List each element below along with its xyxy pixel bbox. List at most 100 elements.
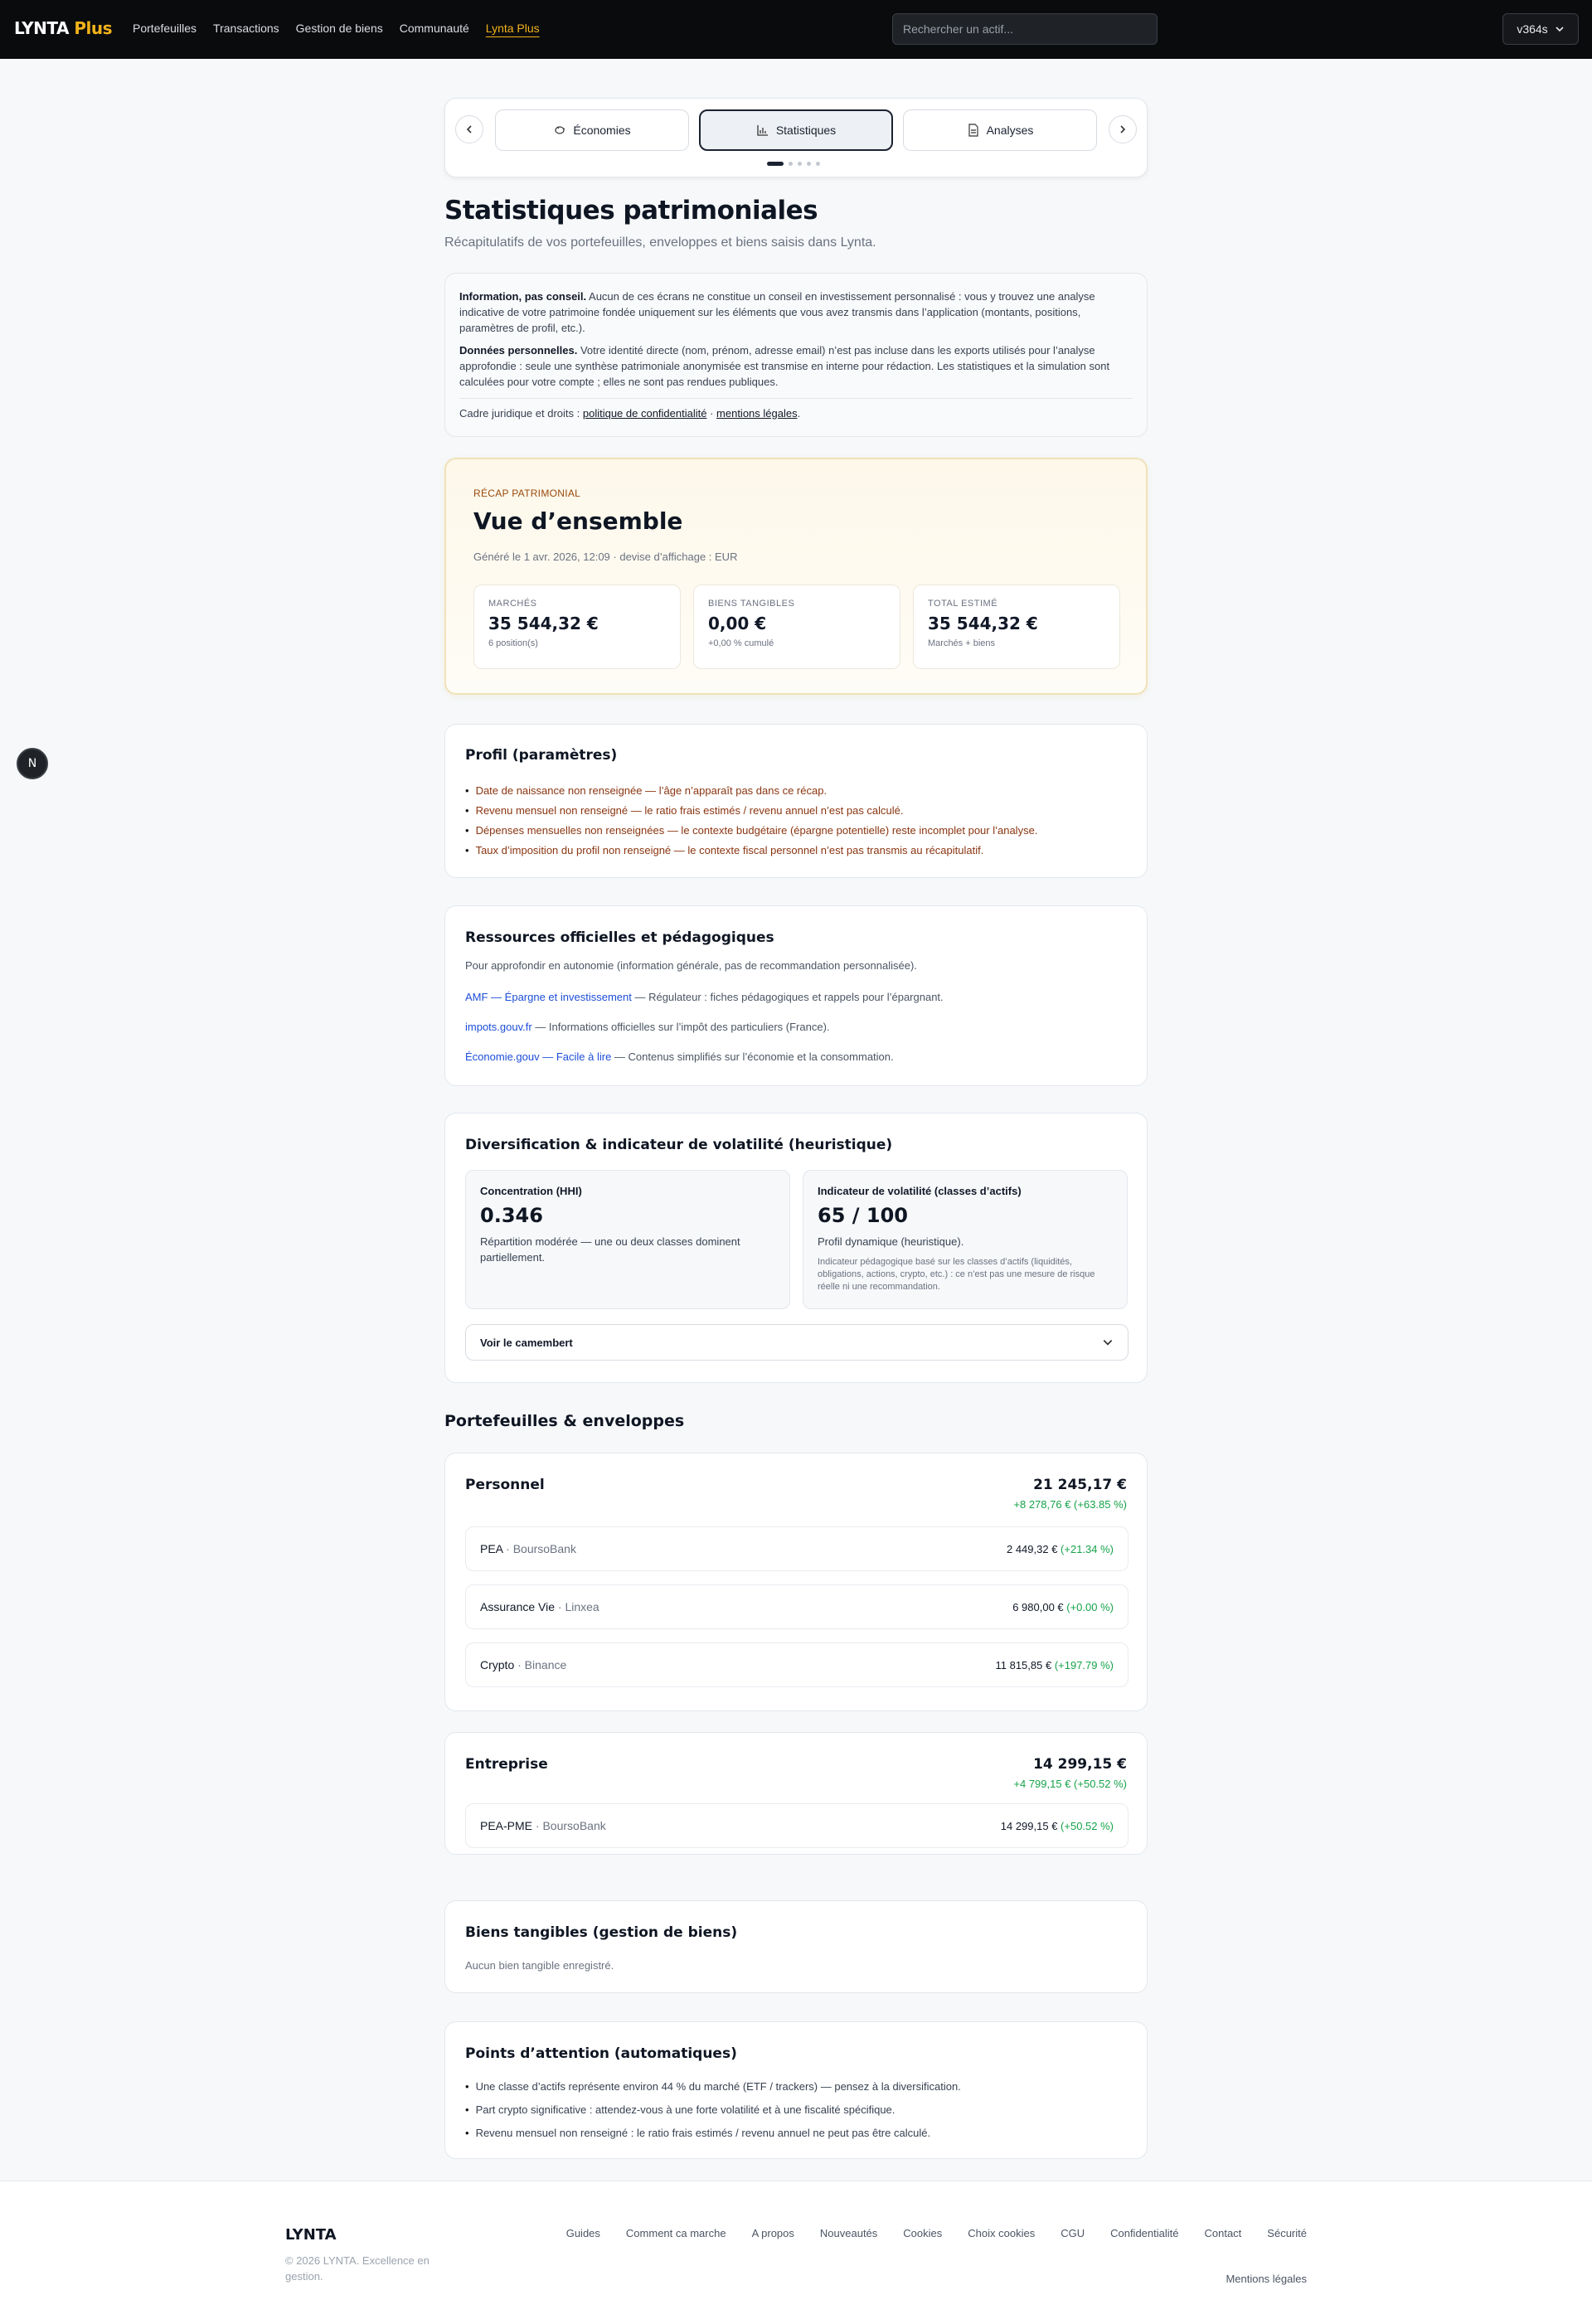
metric-sub: 6 position(s) (488, 638, 538, 648)
footer-link-confidentialite[interactable]: Confidentialité (1110, 2227, 1178, 2239)
resource-impots: impots.gouv.fr — Informations officielle… (465, 1021, 830, 1033)
list-item: Taux d’imposition du profil non renseign… (465, 841, 1037, 861)
page-subtitle: Récapitulatifs de vos portefeuilles, env… (444, 235, 876, 250)
diversification-card: Diversification & indicateur de volatili… (444, 1113, 1148, 1383)
footer-link-apropos[interactable]: A propos (752, 2227, 794, 2239)
lynta-plus-logo[interactable]: LYNTA Plus (14, 18, 113, 38)
envelope-assurance-vie[interactable]: Assurance Vie · Linxea 6 980,00 € (+0.00… (465, 1584, 1128, 1629)
amf-link[interactable]: AMF — Épargne et investissement (465, 991, 632, 1003)
metric-label: TOTAL ESTIMÉ (928, 599, 998, 609)
envelope-crypto[interactable]: Crypto · Binance 11 815,85 € (+197.79 %) (465, 1642, 1128, 1687)
tab-analyses[interactable]: Analyses (903, 109, 1097, 151)
portfolio-name: Entreprise (465, 1756, 548, 1773)
tangibles-empty: Aucun bien tangible enregistré. (465, 1959, 614, 1972)
recap-eyebrow: RÉCAP PATRIMONIAL (473, 488, 581, 499)
privacy-policy-link[interactable]: politique de confidentialité (583, 407, 707, 420)
tab-statistiques-label: Statistiques (775, 124, 837, 137)
floating-n-button[interactable]: N (17, 748, 48, 779)
tab-analyses-label: Analyses (986, 124, 1034, 137)
bar-chart-icon (757, 125, 768, 136)
resources-lead: Pour approfondir en autonomie (informati… (465, 959, 917, 972)
nav-lynta-plus[interactable]: Lynta Plus (486, 22, 540, 35)
footer-link-choix-cookies[interactable]: Choix cookies (968, 2227, 1035, 2239)
volatility-indicator: Indicateur de volatilité (classes d’acti… (803, 1170, 1128, 1309)
footer-link-securite[interactable]: Sécurité (1267, 2227, 1307, 2239)
envelope-pea[interactable]: PEA · BoursoBank 2 449,32 € (+21.34 %) (465, 1526, 1128, 1571)
footer-link-contact[interactable]: Contact (1204, 2227, 1241, 2239)
resources-card: Ressources officielles et pédagogiques P… (444, 905, 1148, 1086)
recap-title: Vue d’ensemble (473, 507, 683, 535)
nav-gestion-de-biens[interactable]: Gestion de biens (296, 22, 383, 35)
volatility-value: 65 / 100 (818, 1204, 908, 1227)
portfolio-personnel: Personnel 21 245,17 € +8 278,76 € (+63.8… (444, 1453, 1148, 1711)
footer-link-cookies[interactable]: Cookies (903, 2227, 942, 2239)
portfolio-total-value: 21 245,17 € (1033, 1477, 1127, 1493)
envelope-value: 11 815,85 € (+197.79 %) (995, 1658, 1114, 1671)
pagination-dot[interactable] (789, 162, 793, 166)
legal-notice-link[interactable]: mentions légales (716, 407, 798, 420)
recap-card: RÉCAP PATRIMONIAL Vue d’ensemble Généré … (444, 458, 1148, 695)
attention-card: Points d’attention (automatiques) Une cl… (444, 2021, 1148, 2159)
list-item: Dépenses mensuelles non renseignées — le… (465, 821, 1038, 841)
disclaimer-advice: Information, pas conseil. Aucun de ces é… (459, 290, 1095, 334)
footer: LYNTA © 2026 LYNTA. Excellence en gestio… (0, 2181, 1592, 2324)
metric-value: 0,00 € (708, 614, 767, 633)
username: v364s (1517, 22, 1548, 36)
pagination-dot-active[interactable] (767, 162, 784, 166)
metric-marches: MARCHÉS 35 544,32 € 6 position(s) (473, 585, 681, 669)
stats-carousel: Économies Statistiques Analyses (444, 98, 1148, 177)
user-menu-button[interactable]: v364s (1502, 13, 1579, 45)
tab-economies[interactable]: Économies (495, 109, 689, 151)
pagination-dot[interactable] (798, 162, 802, 166)
metric-value: 35 544,32 € (488, 614, 599, 633)
footer-copyright: © 2026 LYNTA. Excellence en gestion. (285, 2254, 430, 2283)
portfolio-total-gain: +4 799,15 € (+50.52 %) (1013, 1778, 1127, 1790)
envelope-value: 2 449,32 € (+21.34 %) (1006, 1542, 1114, 1555)
pie-chart-toggle[interactable]: Voir le camembert (465, 1324, 1128, 1361)
footer-link-mentions-legales[interactable]: Mentions légales (1226, 2273, 1307, 2285)
resource-amf: AMF — Épargne et investissement — Régula… (465, 991, 944, 1003)
footer-link-comment[interactable]: Comment ca marche (626, 2227, 726, 2239)
pagination-dot[interactable] (816, 162, 820, 166)
carousel-prev-button[interactable] (455, 115, 483, 143)
disclaimer-card: Information, pas conseil. Aucun de ces é… (444, 273, 1148, 437)
diversification-title: Diversification & indicateur de volatili… (465, 1137, 893, 1153)
pie-toggle-label: Voir le camembert (480, 1336, 573, 1349)
impots-link[interactable]: impots.gouv.fr (465, 1021, 532, 1033)
nav-transactions[interactable]: Transactions (213, 22, 279, 35)
chevron-left-icon (466, 125, 472, 133)
tangibles-card: Biens tangibles (gestion de biens) Aucun… (444, 1900, 1148, 1993)
metric-value: 35 544,32 € (928, 614, 1038, 633)
footer-link-cgu[interactable]: CGU (1061, 2227, 1085, 2239)
footer-link-guides[interactable]: Guides (566, 2227, 600, 2239)
envelope-name: Crypto · Binance (480, 1658, 567, 1671)
pagination-dot[interactable] (807, 162, 811, 166)
footer-links: Guides Comment ca marche A propos Nouvea… (566, 2227, 1307, 2239)
piggy-bank-icon (555, 126, 565, 134)
tab-economies-label: Économies (573, 124, 631, 137)
envelope-pea-pme[interactable]: PEA-PME · BoursoBank 14 299,15 € (+50.52… (465, 1803, 1128, 1848)
footer-logo[interactable]: LYNTA (285, 2226, 337, 2244)
envelope-name: PEA-PME · BoursoBank (480, 1819, 606, 1832)
chevron-down-icon (1103, 1340, 1113, 1346)
volatility-desc: Profil dynamique (heuristique). (818, 1235, 964, 1248)
portfolio-total-value: 14 299,15 € (1033, 1756, 1127, 1773)
profile-card: Profil (paramètres) Date de naissance no… (444, 724, 1148, 878)
hhi-indicator: Concentration (HHI) 0.346 Répartition mo… (465, 1170, 790, 1309)
search-input[interactable] (892, 13, 1158, 45)
carousel-pagination (767, 162, 820, 166)
footer-link-nouveautes[interactable]: Nouveautés (820, 2227, 877, 2239)
metric-sub: Marchés + biens (928, 638, 996, 648)
metric-label: BIENS TANGIBLES (708, 599, 795, 609)
main-nav: Portefeuilles Transactions Gestion de bi… (133, 22, 540, 35)
nav-portefeuilles[interactable]: Portefeuilles (133, 22, 197, 35)
economie-link[interactable]: Économie.gouv — Facile à lire (465, 1050, 611, 1063)
profile-warnings: Date de naissance non renseignée — l’âge… (465, 781, 1038, 861)
profile-title: Profil (paramètres) (465, 747, 618, 764)
portfolio-total: 21 245,17 € +8 278,76 € (+63.85 %) (1013, 1477, 1127, 1511)
attention-title: Points d’attention (automatiques) (465, 2045, 737, 2062)
tab-statistiques[interactable]: Statistiques (699, 109, 893, 151)
carousel-next-button[interactable] (1109, 115, 1137, 143)
nav-communaute[interactable]: Communauté (400, 22, 469, 35)
legal-line: Cadre juridique et droits : politique de… (459, 407, 801, 420)
